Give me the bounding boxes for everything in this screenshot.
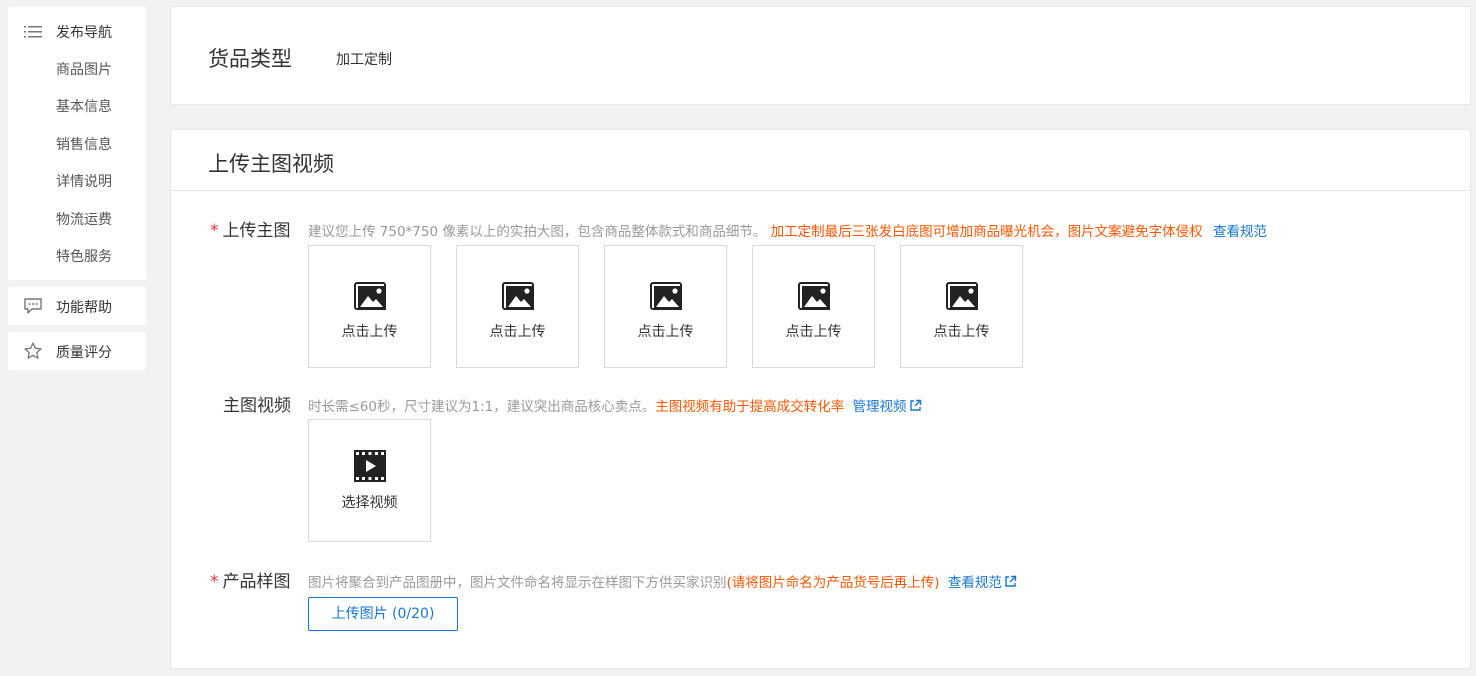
upload-caption: 点击上传 <box>785 324 842 340</box>
sidebar: 发布导航 商品图片 基本信息 销售信息 详情说明 物流运费 特色服务 功能帮助 … <box>8 7 146 370</box>
main-image-warning: 加工定制最后三张发白底图可增加商品曝光机会，图片文案避免字体侵权 <box>770 224 1203 240</box>
view-guidelines-link[interactable]: 查看规范 <box>1213 224 1267 240</box>
external-link-icon <box>909 399 921 411</box>
sample-image-label: * 产品样图 <box>210 572 291 592</box>
help-label: 功能帮助 <box>56 300 112 316</box>
nav-item-product-images[interactable]: 商品图片 <box>56 59 112 79</box>
quality-score-label: 质量评分 <box>56 345 112 361</box>
select-video-slot[interactable]: 选择视频 <box>308 419 431 542</box>
upload-images-button[interactable]: 上传图片 (0/20) <box>308 597 458 631</box>
goods-type-card: 货品类型 加工定制 <box>170 6 1471 105</box>
list-icon <box>24 26 42 38</box>
upload-caption: 点击上传 <box>933 324 990 340</box>
main-image-hint: 建议您上传 750*750 像素以上的实拍大图，包含商品整体款式和商品细节。 加… <box>308 220 1267 240</box>
publish-nav-title: 发布导航 <box>56 25 112 41</box>
main-image-label: * 上传主图 <box>210 221 291 241</box>
media-section-title: 上传主图视频 <box>208 152 334 176</box>
publish-nav-header[interactable]: 发布导航 <box>8 21 146 43</box>
nav-item-basic-info[interactable]: 基本信息 <box>56 96 112 116</box>
main-image-upload-slot[interactable]: 点击上传 <box>752 245 875 368</box>
chat-bubble-icon <box>24 298 42 314</box>
upload-caption: 点击上传 <box>489 324 546 340</box>
publish-nav: 发布导航 商品图片 基本信息 销售信息 详情说明 物流运费 特色服务 <box>8 7 146 280</box>
nav-item-logistics-shipping[interactable]: 物流运费 <box>56 209 112 229</box>
image-icon <box>798 282 830 310</box>
goods-type-value: 加工定制 <box>336 52 392 68</box>
image-icon <box>502 282 534 310</box>
nav-item-sales-info[interactable]: 销售信息 <box>56 134 112 154</box>
sample-image-hint: 图片将聚合到产品图册中，图片文件命名将显示在样图下方供买家识别(请将图片命名为产… <box>308 571 1017 591</box>
main-image-hint-text: 建议您上传 750*750 像素以上的实拍大图，包含商品整体款式和商品细节。 <box>308 224 767 240</box>
sample-image-warning: (请将图片命名为产品货号后再上传) <box>726 575 940 591</box>
main-video-label: 主图视频 <box>223 396 291 416</box>
image-icon <box>946 282 978 310</box>
image-icon <box>354 282 386 310</box>
goods-type-title: 货品类型 <box>208 47 292 71</box>
main-image-upload-slot[interactable]: 点击上传 <box>456 245 579 368</box>
star-icon <box>24 342 42 359</box>
nav-item-detail-description[interactable]: 详情说明 <box>56 171 112 191</box>
video-icon <box>354 450 386 482</box>
upload-caption: 点击上传 <box>341 324 398 340</box>
media-upload-card: 上传主图视频 * 上传主图 建议您上传 750*750 像素以上的实拍大图，包含商… <box>170 129 1471 669</box>
sample-guidelines-link[interactable]: 查看规范 <box>948 575 1017 591</box>
upload-caption: 点击上传 <box>637 324 694 340</box>
section-divider <box>171 190 1470 191</box>
sample-image-hint-text: 图片将聚合到产品图册中，图片文件命名将显示在样图下方供买家识别 <box>308 575 727 591</box>
help-button[interactable]: 功能帮助 <box>8 287 146 325</box>
main-video-warning: 主图视频有助于提高成交转化率 <box>655 399 845 415</box>
main-image-upload-slot[interactable]: 点击上传 <box>308 245 431 368</box>
nav-item-special-services[interactable]: 特色服务 <box>56 246 112 266</box>
quality-score-button[interactable]: 质量评分 <box>8 332 146 370</box>
main-video-hint: 时长需≤60秒，尺寸建议为1:1，建议突出商品核心卖点。主图视频有助于提高成交转… <box>308 395 922 415</box>
main-image-upload-slot[interactable]: 点击上传 <box>604 245 727 368</box>
external-link-icon <box>1005 575 1017 587</box>
select-video-caption: 选择视频 <box>341 495 398 511</box>
required-mark: * <box>210 572 219 592</box>
required-mark: * <box>210 221 219 241</box>
manage-video-link[interactable]: 管理视频 <box>853 399 922 415</box>
main-image-upload-slot[interactable]: 点击上传 <box>900 245 1023 368</box>
image-icon <box>650 282 682 310</box>
main-video-hint-text: 时长需≤60秒，尺寸建议为1:1，建议突出商品核心卖点。 <box>308 399 656 415</box>
